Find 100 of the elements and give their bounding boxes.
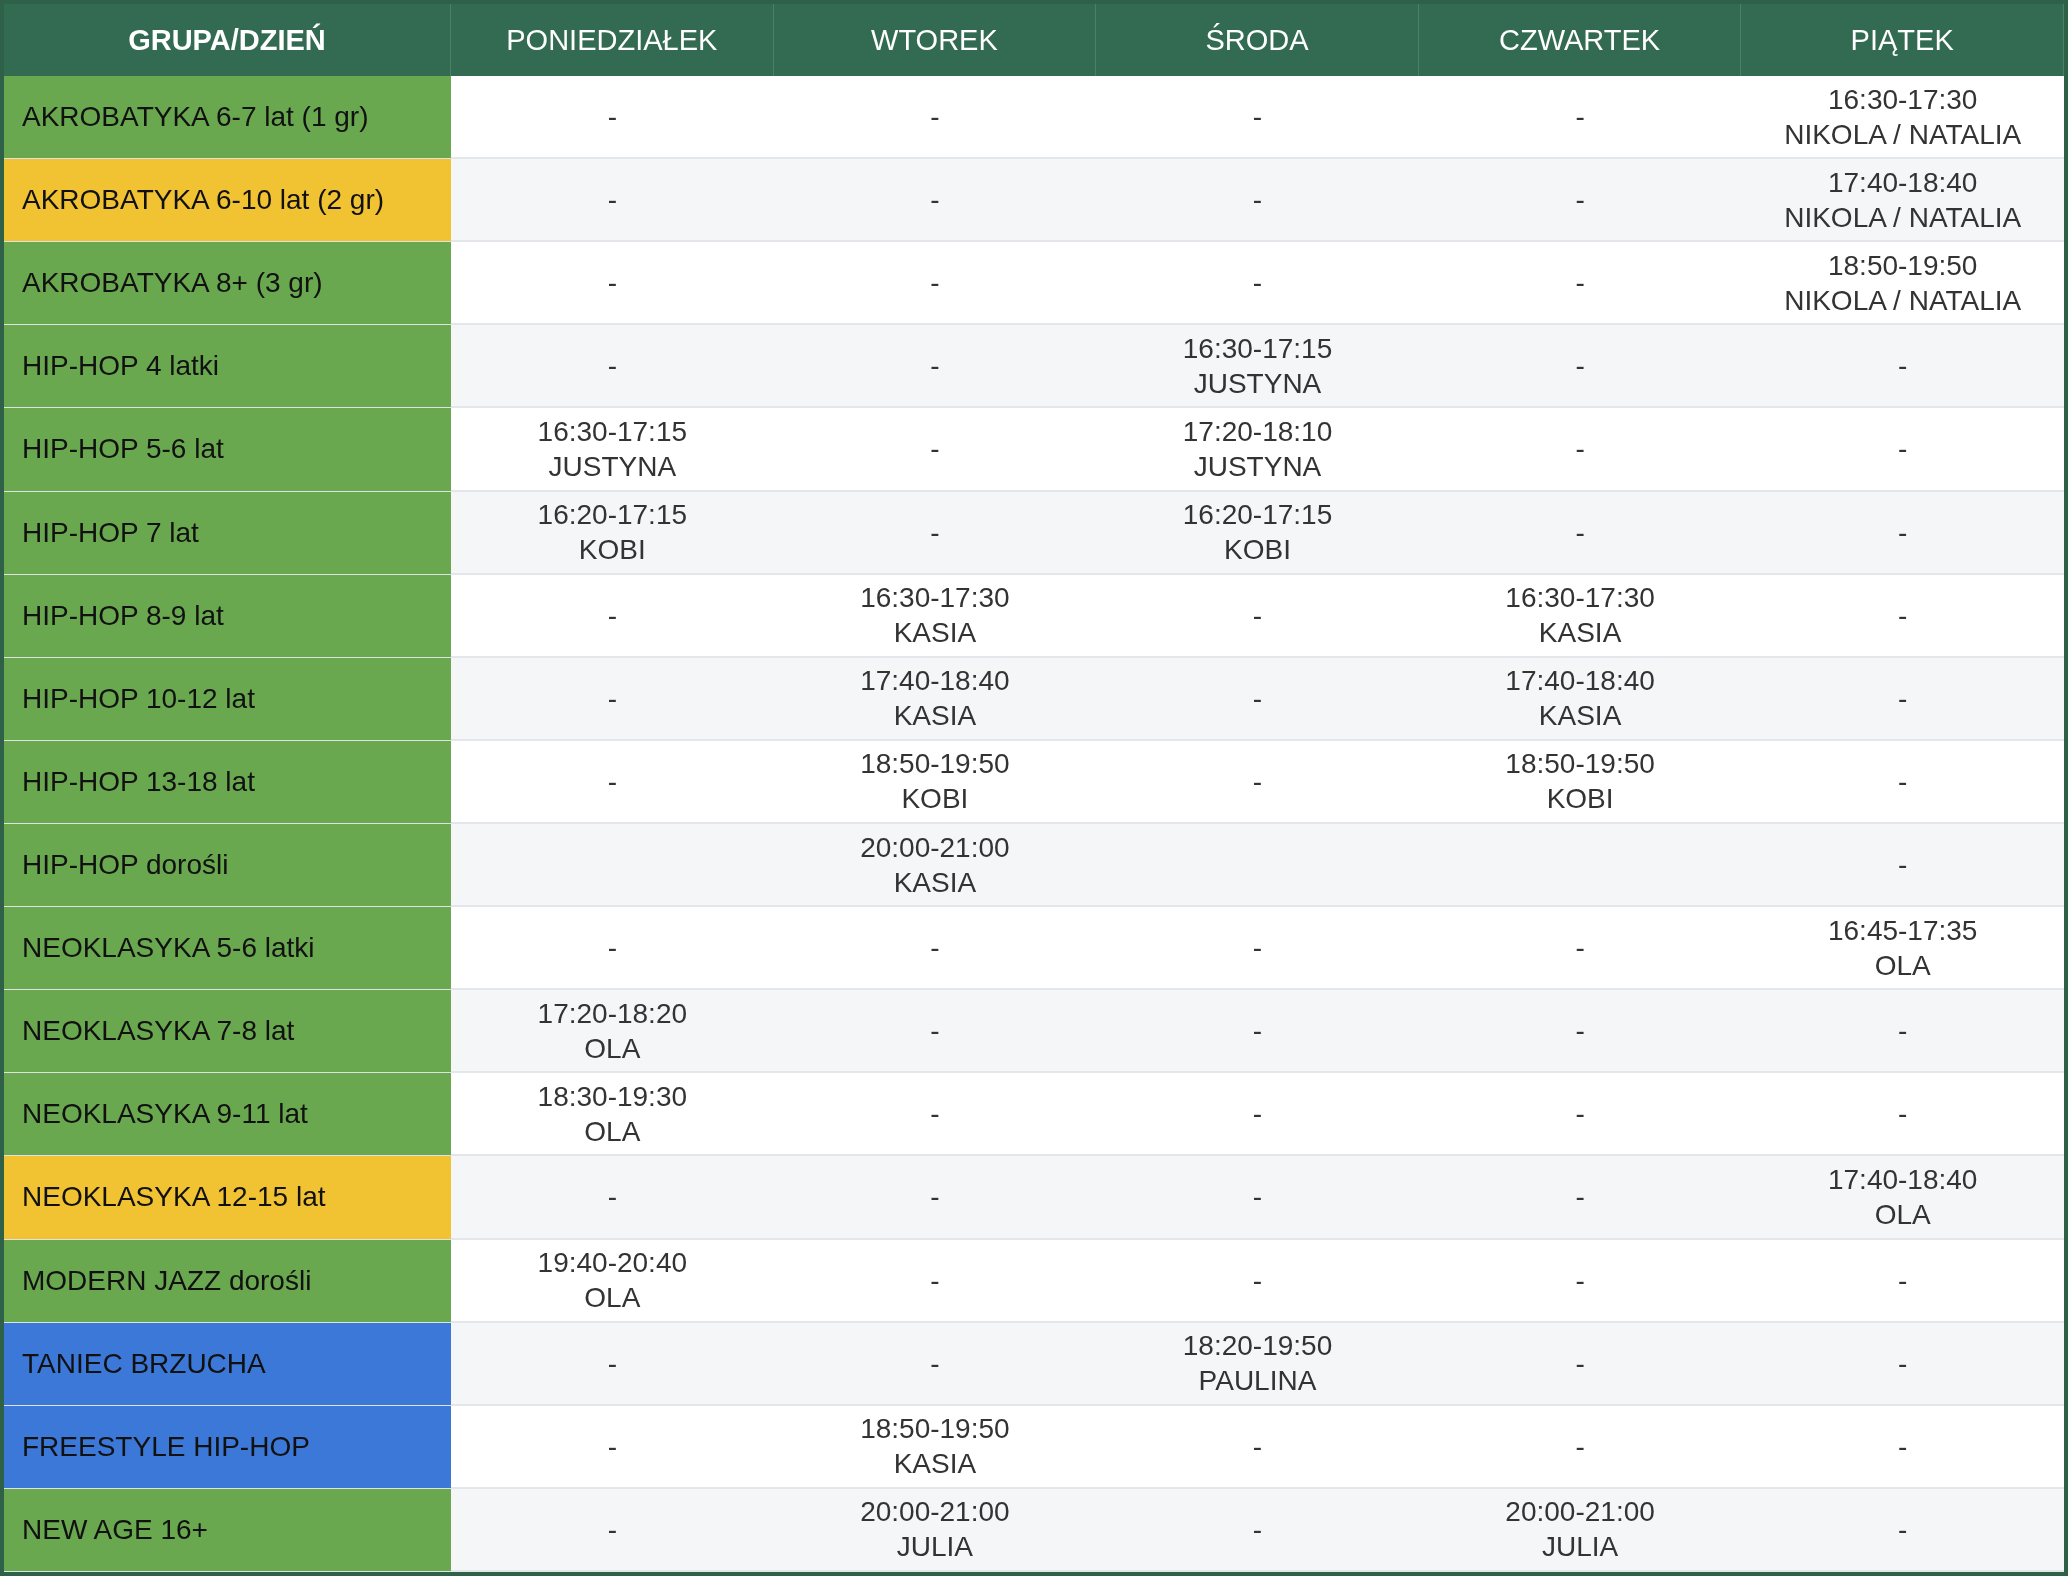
time-text: 18:50-19:50: [860, 1412, 1010, 1447]
teacher-text: KASIA: [893, 616, 977, 651]
dash-text: -: [1898, 1429, 1908, 1464]
group-cell: HIP-HOP 5-6 lat: [4, 408, 451, 492]
dash-text: -: [1898, 1263, 1908, 1298]
dash-text: -: [1252, 1097, 1263, 1132]
teacher-text: KOBI: [1224, 533, 1291, 568]
group-cell: MODERN JAZZ dorośli: [4, 1239, 451, 1323]
dash-text: -: [607, 183, 617, 218]
time-text: 18:50-19:50: [1505, 747, 1655, 782]
dash-text: -: [1252, 1263, 1263, 1298]
group-cell: NEOKLASYKA 7-8 lat: [4, 990, 451, 1074]
dash-text: -: [930, 432, 940, 467]
dash-text: -: [607, 681, 617, 716]
teacher-text: NIKOLA / NATALIA: [1784, 117, 2022, 152]
column-header: PONIEDZIAŁEK: [451, 4, 774, 76]
time-text: 16:30-17:30: [1827, 82, 1978, 117]
column-header: GRUPA/DZIEŃ: [4, 4, 451, 76]
dash-text: -: [1575, 515, 1585, 550]
time-text: 16:30-17:15: [1182, 331, 1333, 366]
teacher-text: KOBI: [901, 782, 969, 817]
dash-text: -: [607, 1429, 617, 1464]
dash-text: -: [1575, 1346, 1585, 1381]
time-text: 16:45-17:35: [1827, 913, 1978, 948]
dash-text: -: [1252, 100, 1263, 135]
dash-text: -: [607, 266, 617, 301]
teacher-text: JUSTYNA: [548, 450, 677, 484]
dash-text: -: [930, 349, 940, 384]
dash-text: -: [1898, 848, 1908, 883]
teacher-text: JUSTYNA: [1193, 366, 1322, 401]
group-cell: FREESTYLE HIP-HOP: [4, 1405, 451, 1489]
dash-text: -: [1252, 931, 1263, 966]
time-text: 16:30-17:30: [1505, 581, 1655, 616]
dash-text: -: [1252, 681, 1263, 716]
dash-text: -: [1898, 1512, 1908, 1547]
time-text: 16:20-17:15: [1182, 498, 1333, 533]
group-cell: HIP-HOP 4 latki: [4, 325, 451, 409]
dash-text: -: [1252, 183, 1263, 218]
time-text: 18:50-19:50: [1827, 248, 1978, 283]
time-text: 17:40-18:40: [860, 664, 1010, 699]
time-text: 16:20-17:15: [537, 498, 688, 533]
group-cell: AKROBATYKA 8+ (3 gr): [4, 242, 451, 326]
dash-text: -: [607, 1346, 617, 1381]
dash-text: -: [1575, 432, 1585, 467]
time-text: 20:00-21:00: [860, 830, 1010, 865]
dash-text: -: [607, 349, 617, 384]
group-cell: NEW AGE 16+: [4, 1488, 451, 1572]
dash-text: -: [930, 1263, 940, 1298]
dash-text: -: [1575, 1263, 1585, 1298]
group-cell: AKROBATYKA 6-10 lat (2 gr): [4, 159, 451, 243]
time-text: 16:30-17:15: [537, 415, 688, 449]
dash-text: -: [930, 100, 940, 135]
teacher-text: OLA: [584, 1281, 641, 1316]
group-cell: HIP-HOP 7 lat: [4, 491, 451, 575]
dash-text: -: [1575, 1429, 1585, 1464]
time-text: 17:20-18:10: [1182, 415, 1333, 449]
dash-text: -: [930, 1346, 940, 1381]
group-cell: AKROBATYKA 6-7 lat (1 gr): [4, 76, 451, 160]
dash-text: -: [1252, 266, 1263, 301]
group-cell: NEOKLASYKA 12-15 lat: [4, 1156, 451, 1240]
teacher-text: JULIA: [1541, 1530, 1619, 1565]
time-text: 18:50-19:50: [860, 747, 1010, 782]
teacher-text: KASIA: [1538, 699, 1622, 734]
dash-text: -: [1898, 349, 1908, 384]
dash-text: -: [1575, 1014, 1585, 1049]
dash-text: -: [930, 266, 940, 301]
dash-text: -: [1898, 598, 1908, 633]
dash-text: -: [930, 515, 940, 550]
group-cell: HIP-HOP 8-9 lat: [4, 574, 451, 658]
column-header: WTOREK: [773, 4, 1097, 76]
dash-text: -: [1252, 1014, 1263, 1049]
teacher-text: OLA: [1874, 948, 1931, 983]
teacher-text: OLA: [584, 1114, 641, 1149]
time-text: 17:20-18:20: [537, 996, 688, 1031]
time-text: 18:20-19:50: [1182, 1329, 1333, 1364]
dash-text: -: [1898, 515, 1908, 550]
group-cell: NEOKLASYKA 5-6 latki: [4, 907, 451, 991]
teacher-text: KASIA: [893, 699, 977, 734]
dash-text: -: [1898, 1346, 1908, 1381]
time-text: 20:00-21:00: [860, 1495, 1010, 1530]
dash-text: -: [1252, 598, 1263, 633]
teacher-text: OLA: [584, 1031, 641, 1066]
dash-text: -: [1575, 266, 1585, 301]
dash-text: -: [1252, 1512, 1263, 1547]
dash-text: -: [1575, 100, 1585, 135]
dash-text: -: [1575, 931, 1585, 966]
dash-text: -: [930, 1180, 940, 1215]
teacher-text: JULIA: [896, 1530, 973, 1565]
time-text: 18:30-19:30: [537, 1079, 688, 1114]
dash-text: -: [1575, 183, 1585, 218]
dash-text: -: [1575, 1180, 1585, 1215]
dash-text: -: [1252, 1429, 1263, 1464]
dash-text: -: [1575, 1097, 1585, 1132]
dash-text: -: [607, 764, 617, 799]
dash-text: -: [930, 1097, 940, 1132]
dash-text: -: [1575, 349, 1585, 384]
dash-text: -: [1898, 1014, 1908, 1049]
teacher-text: KASIA: [1538, 616, 1622, 651]
dash-text: -: [930, 183, 940, 218]
time-text: 17:40-18:40: [1827, 165, 1978, 200]
